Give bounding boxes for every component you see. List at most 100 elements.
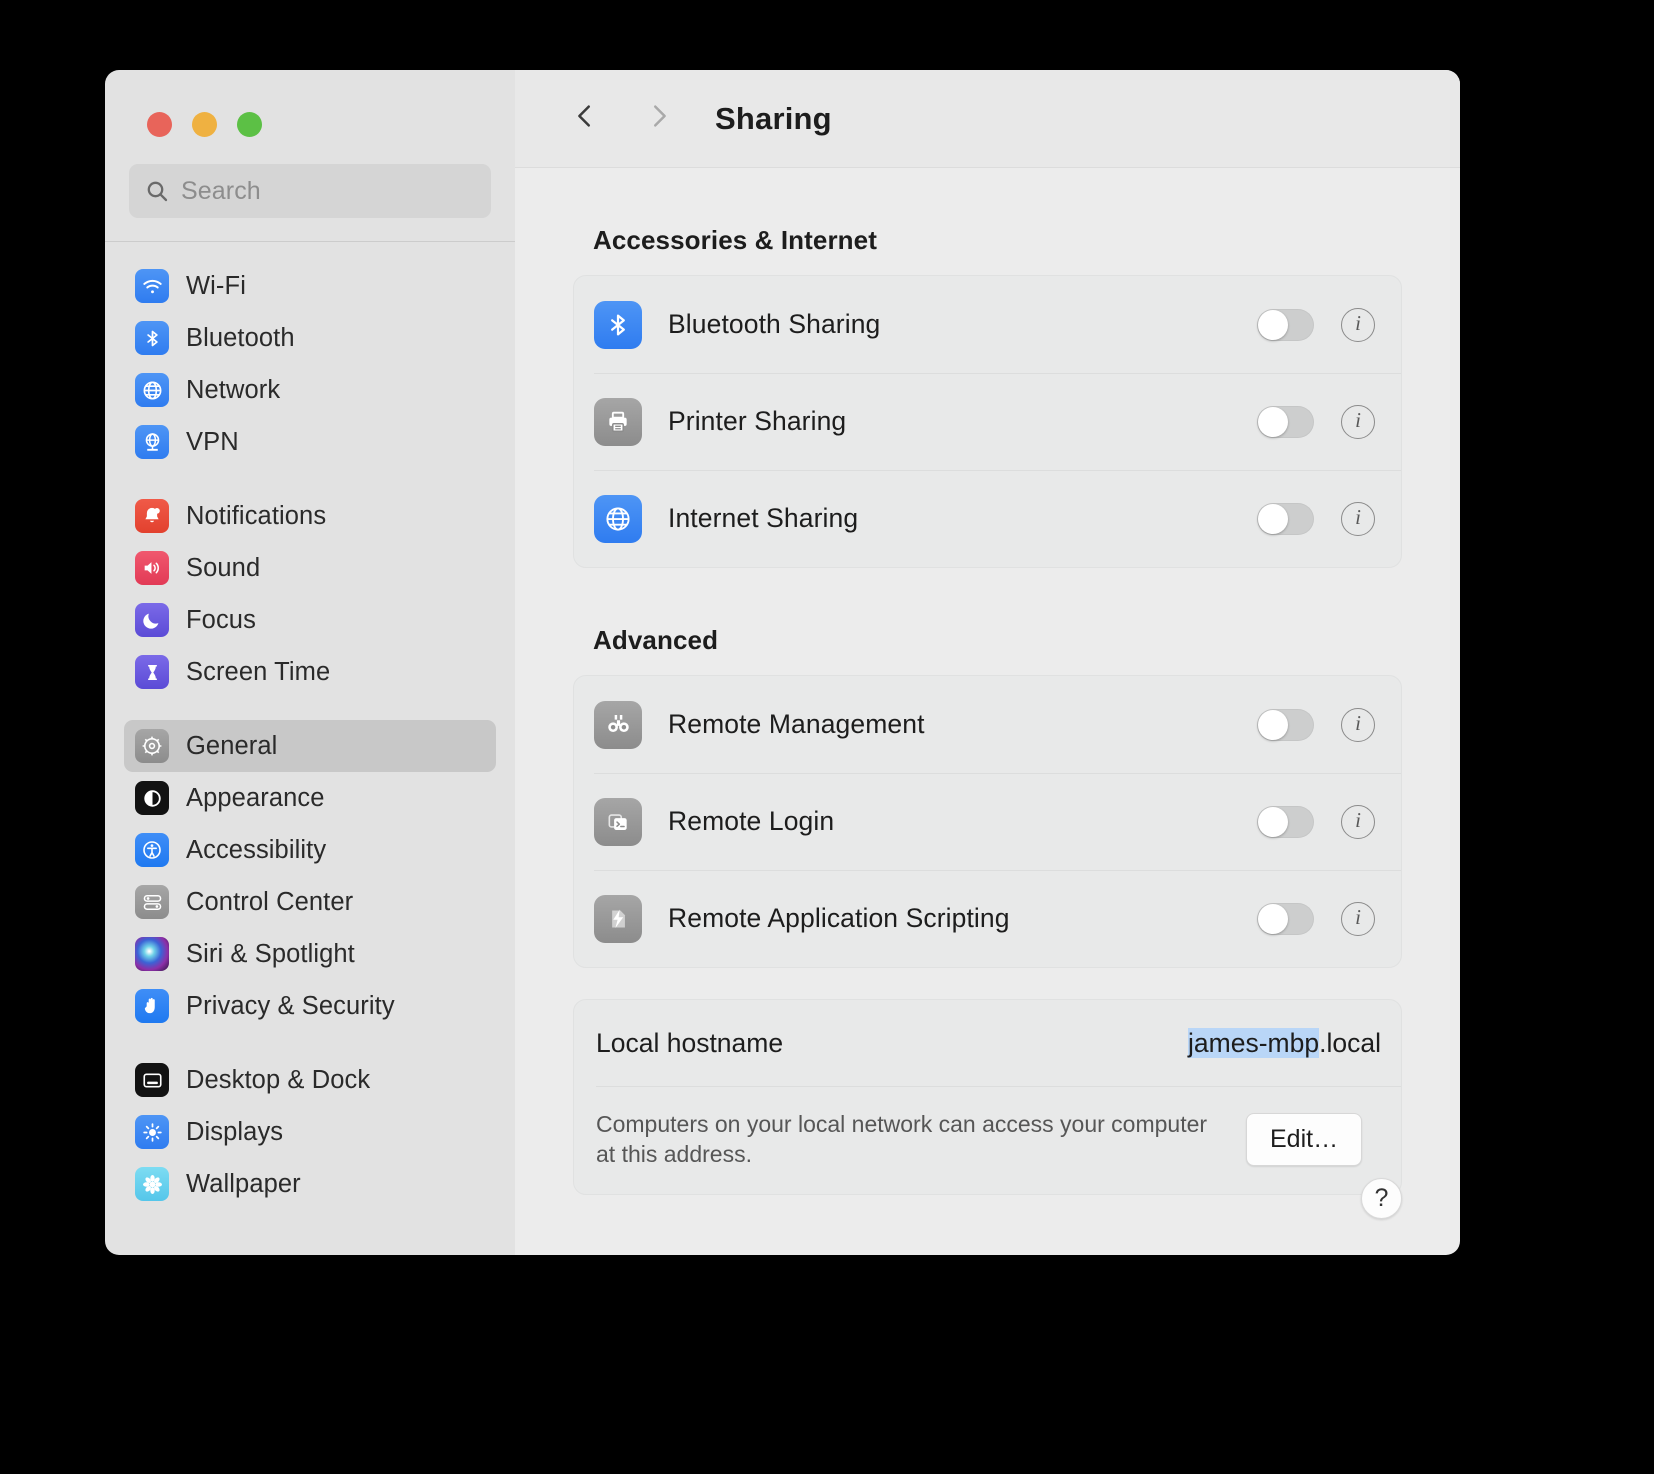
remote-login-toggle[interactable] xyxy=(1257,805,1314,838)
forward-button[interactable] xyxy=(631,91,687,147)
hand-icon xyxy=(135,989,169,1023)
remote-management-toggle[interactable] xyxy=(1257,708,1314,741)
sidebar-item-privacy-security[interactable]: Privacy & Security xyxy=(124,980,496,1032)
search-icon xyxy=(145,179,169,203)
printer-icon xyxy=(594,397,642,446)
row-remote-management[interactable]: Remote Management i xyxy=(574,676,1401,773)
sidebar-item-control-center[interactable]: Control Center xyxy=(124,876,496,928)
bluetooth-icon xyxy=(135,321,169,355)
brightness-icon xyxy=(135,1115,169,1149)
hourglass-icon xyxy=(135,655,169,689)
sidebar-item-accessibility[interactable]: Accessibility xyxy=(124,824,496,876)
sidebar-item-label: Desktop & Dock xyxy=(186,1065,371,1094)
row-label: Internet Sharing xyxy=(668,503,859,533)
row-label: Remote Application Scripting xyxy=(668,903,1010,933)
sidebar-item-label: Privacy & Security xyxy=(186,991,395,1020)
script-bolt-icon xyxy=(594,894,642,943)
sidebar-item-focus[interactable]: Focus xyxy=(124,594,496,646)
settings-window: Search Wi-Fi Bluetooth Network VPN Notif… xyxy=(105,70,1460,1255)
remote-login-info-icon[interactable]: i xyxy=(1341,804,1375,839)
sidebar-item-screen-time[interactable]: Screen Time xyxy=(124,646,496,698)
row-printer-sharing[interactable]: Printer Sharing i xyxy=(574,373,1401,470)
sidebar-group-general: General Appearance Accessibility Control… xyxy=(124,720,496,1054)
sidebar-item-wi-fi[interactable]: Wi-Fi xyxy=(124,260,496,312)
bell-icon xyxy=(135,499,169,533)
page-title: Sharing xyxy=(715,100,832,136)
bluetooth-sharing-toggle[interactable] xyxy=(1257,308,1314,341)
wifi-icon xyxy=(135,269,169,303)
printer-sharing-toggle[interactable] xyxy=(1257,405,1314,438)
sidebar-item-siri-spotlight[interactable]: Siri & Spotlight xyxy=(124,928,496,980)
sidebar-item-desktop-dock[interactable]: Desktop & Dock xyxy=(124,1054,496,1106)
printer-sharing-info-icon[interactable]: i xyxy=(1341,404,1375,439)
edit-hostname-button[interactable]: Edit… xyxy=(1246,1112,1363,1166)
remote-application-scripting-toggle[interactable] xyxy=(1257,902,1314,935)
terminal-icon xyxy=(594,797,642,846)
speaker-icon xyxy=(135,551,169,585)
internet-sharing-toggle[interactable] xyxy=(1257,502,1314,535)
sidebar-item-label: Displays xyxy=(186,1117,284,1146)
sidebar-item-label: Screen Time xyxy=(186,657,331,686)
hostname-description: Computers on your local network can acce… xyxy=(596,1111,1208,1168)
search-input[interactable]: Search xyxy=(129,164,491,218)
moon-icon xyxy=(135,603,169,637)
sidebar-item-vpn[interactable]: VPN xyxy=(124,416,496,468)
bluetooth-sharing-info-icon[interactable]: i xyxy=(1341,307,1375,342)
hostname-description-row: Computers on your local network can acce… xyxy=(574,1087,1401,1194)
sidebar-item-label: Wallpaper xyxy=(186,1169,301,1198)
sidebar-item-label: General xyxy=(186,731,278,760)
accessories-card: Bluetooth Sharing i Printer Sharing i In… xyxy=(573,275,1402,568)
sidebar-item-appearance[interactable]: Appearance xyxy=(124,772,496,824)
chevron-right-icon xyxy=(644,101,674,136)
sidebar-item-label: Notifications xyxy=(186,501,327,530)
zoom-button[interactable] xyxy=(237,112,262,137)
minimize-button[interactable] xyxy=(192,112,217,137)
sidebar-item-network[interactable]: Network xyxy=(124,364,496,416)
internet-sharing-info-icon[interactable]: i xyxy=(1341,501,1375,536)
row-remote-login[interactable]: Remote Login i xyxy=(574,773,1401,870)
vpn-globe-icon xyxy=(135,425,169,459)
sidebar-group-network: Wi-Fi Bluetooth Network VPN xyxy=(124,260,496,490)
local-hostname-suffix: .local xyxy=(1319,1027,1381,1058)
desktop-dock-icon xyxy=(135,1063,169,1097)
row-remote-application-scripting[interactable]: Remote Application Scripting i xyxy=(574,870,1401,967)
sidebar-item-label: Focus xyxy=(186,605,256,634)
siri-icon xyxy=(135,937,169,971)
close-button[interactable] xyxy=(147,112,172,137)
globe-icon xyxy=(135,373,169,407)
wallpaper-icon xyxy=(135,1167,169,1201)
sidebar-item-label: Control Center xyxy=(186,887,354,916)
sidebar-nav: Wi-Fi Bluetooth Network VPN Notification… xyxy=(105,242,515,1255)
local-hostname-label: Local hostname xyxy=(596,1027,784,1058)
globe-icon xyxy=(594,494,642,543)
sidebar-item-label: VPN xyxy=(186,427,239,456)
sidebar-item-general[interactable]: General xyxy=(124,720,496,772)
sidebar-item-wallpaper[interactable]: Wallpaper xyxy=(124,1158,496,1210)
remote-application-scripting-info-icon[interactable]: i xyxy=(1341,901,1375,936)
back-button[interactable] xyxy=(557,91,613,147)
toolbar: Sharing xyxy=(515,70,1460,168)
appearance-icon xyxy=(135,781,169,815)
remote-management-info-icon[interactable]: i xyxy=(1341,707,1375,742)
sidebar-item-label: Bluetooth xyxy=(186,323,295,352)
help-button[interactable]: ? xyxy=(1361,1178,1402,1219)
local-hostname-selected-text: james-mbp xyxy=(1188,1027,1320,1058)
bluetooth-icon xyxy=(594,300,642,349)
row-bluetooth-sharing[interactable]: Bluetooth Sharing i xyxy=(574,276,1401,373)
sidebar-item-bluetooth[interactable]: Bluetooth xyxy=(124,312,496,364)
row-label: Remote Login xyxy=(668,806,835,836)
sidebar-group-appearance: Desktop & Dock Displays Wallpaper xyxy=(124,1054,496,1232)
sidebar-item-label: Network xyxy=(186,375,281,404)
gear-icon xyxy=(135,729,169,763)
sidebar-item-sound[interactable]: Sound xyxy=(124,542,496,594)
local-hostname-row: Local hostname james-mbp.local xyxy=(574,1000,1401,1086)
sidebar-item-notifications[interactable]: Notifications xyxy=(124,490,496,542)
sidebar-item-displays[interactable]: Displays xyxy=(124,1106,496,1158)
settings-content[interactable]: Accessories & Internet Bluetooth Sharing… xyxy=(515,168,1460,1255)
sidebar-item-label: Accessibility xyxy=(186,835,327,864)
local-hostname-value[interactable]: james-mbp.local xyxy=(1188,1027,1381,1059)
sidebar-group-system: Notifications Sound Focus Screen Time xyxy=(124,490,496,720)
section-title-accessories: Accessories & Internet xyxy=(593,225,877,255)
row-internet-sharing[interactable]: Internet Sharing i xyxy=(574,470,1401,567)
row-label: Bluetooth Sharing xyxy=(668,309,881,339)
